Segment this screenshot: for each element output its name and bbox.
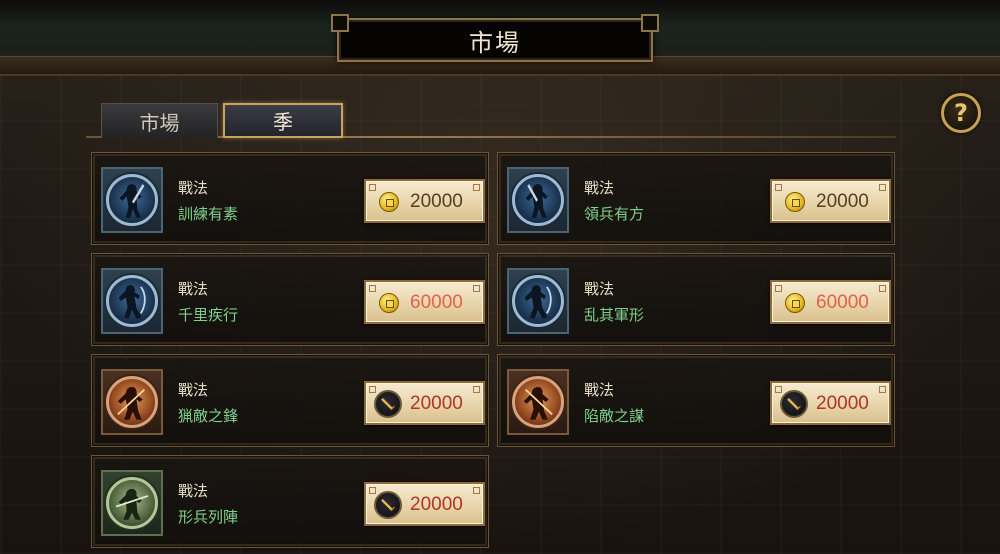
price-value: 20000 bbox=[410, 191, 463, 212]
item-name: 領兵有方 bbox=[584, 205, 645, 223]
warrior-skill-icon bbox=[512, 174, 564, 226]
page-title: 市場 bbox=[331, 14, 659, 62]
buy-button[interactable]: 60000 bbox=[364, 280, 485, 324]
item-category: 戰法 bbox=[178, 280, 209, 298]
price-value: 20000 bbox=[410, 393, 463, 414]
buy-button[interactable]: 60000 bbox=[770, 280, 891, 324]
warrior-skill-icon bbox=[106, 275, 158, 327]
tab-season[interactable]: 季 bbox=[223, 103, 343, 138]
item-category: 戰法 bbox=[584, 280, 615, 298]
item-name: 訓練有素 bbox=[178, 205, 239, 223]
shop-item-card: 戰法 猟敵之鋒 20000 bbox=[91, 354, 489, 447]
warrior-skill-icon bbox=[512, 275, 564, 327]
shop-item-card: 戰法 形兵列陣 20000 bbox=[91, 455, 489, 548]
shop-item-card: 戰法 領兵有方 20000 bbox=[497, 152, 895, 245]
price-value: 20000 bbox=[816, 393, 869, 414]
item-category: 戰法 bbox=[584, 179, 615, 197]
shop-item-card: 戰法 訓練有素 20000 bbox=[91, 152, 489, 245]
buy-button[interactable]: 20000 bbox=[770, 179, 891, 223]
fire-warrior-skill-icon bbox=[106, 376, 158, 428]
price-value: 20000 bbox=[816, 191, 869, 212]
price-value: 60000 bbox=[410, 292, 463, 313]
skill-icon-frame[interactable] bbox=[101, 268, 163, 334]
fire-warrior-skill-icon bbox=[512, 376, 564, 428]
buy-button[interactable]: 20000 bbox=[364, 179, 485, 223]
skill-icon-frame[interactable] bbox=[507, 369, 569, 435]
item-name: 陷敵之謀 bbox=[584, 407, 645, 425]
skill-icon-frame[interactable] bbox=[507, 167, 569, 233]
help-button[interactable]: ? bbox=[941, 93, 981, 133]
item-name: 形兵列陣 bbox=[178, 508, 239, 526]
item-category: 戰法 bbox=[584, 381, 615, 399]
skill-icon-frame[interactable] bbox=[101, 369, 163, 435]
shop-item-card: 戰法 千里疾行 60000 bbox=[91, 253, 489, 346]
formation-skill-icon bbox=[106, 477, 158, 529]
sword-token-icon bbox=[374, 390, 402, 418]
skill-icon-frame[interactable] bbox=[507, 268, 569, 334]
buy-button[interactable]: 20000 bbox=[364, 482, 485, 526]
item-category: 戰法 bbox=[178, 482, 209, 500]
skill-icon-frame[interactable] bbox=[101, 470, 163, 536]
sword-token-icon bbox=[780, 390, 808, 418]
gold-coin-icon bbox=[379, 293, 399, 313]
item-name: 猟敵之鋒 bbox=[178, 407, 239, 425]
price-value: 20000 bbox=[410, 494, 463, 515]
gold-coin-icon bbox=[785, 293, 805, 313]
shop-item-card: 戰法 陷敵之謀 20000 bbox=[497, 354, 895, 447]
price-value: 60000 bbox=[816, 292, 869, 313]
gold-coin-icon bbox=[379, 192, 399, 212]
gold-coin-icon bbox=[785, 192, 805, 212]
item-category: 戰法 bbox=[178, 381, 209, 399]
buy-button[interactable]: 20000 bbox=[770, 381, 891, 425]
buy-button[interactable]: 20000 bbox=[364, 381, 485, 425]
item-category: 戰法 bbox=[178, 179, 209, 197]
shop-item-card: 戰法 乱其軍形 60000 bbox=[497, 253, 895, 346]
top-bar: 市場 bbox=[0, 0, 1000, 76]
item-name: 千里疾行 bbox=[178, 306, 239, 324]
skill-icon-frame[interactable] bbox=[101, 167, 163, 233]
tab-market[interactable]: 市場 bbox=[101, 103, 218, 138]
sword-token-icon bbox=[374, 491, 402, 519]
warrior-skill-icon bbox=[106, 174, 158, 226]
item-name: 乱其軍形 bbox=[584, 306, 645, 324]
